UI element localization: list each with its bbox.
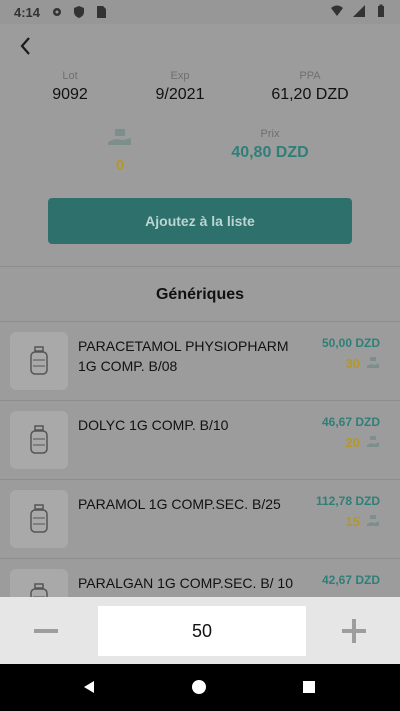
quantity-bar — [0, 597, 400, 664]
generiques-title: Génériques — [155, 286, 245, 303]
product-thumbnail — [10, 332, 68, 390]
bottle-icon — [30, 425, 48, 454]
ppa-value: 61,20 DZD — [271, 86, 349, 103]
lot-field: Lot 9092 — [40, 70, 100, 104]
divider — [0, 266, 400, 267]
signal-icon — [353, 5, 365, 17]
product-name: PARALGAN 1G COMP.SEC. B/ 10 — [78, 575, 294, 591]
product-quantity: 15 — [345, 514, 360, 529]
wifi-icon — [331, 5, 343, 16]
sim-card-icon — [97, 6, 107, 18]
generiques-list: PARACETAMOL PHYSIOPHARM 1G COMP. B/08 50… — [0, 322, 400, 638]
exp-field: Exp 9/2021 — [140, 70, 220, 104]
product-quantity: 20 — [345, 435, 360, 450]
list-item[interactable]: PARACETAMOL PHYSIOPHARM 1G COMP. B/08 50… — [0, 322, 400, 401]
status-right-icons — [330, 4, 388, 18]
product-price: 112,78 DZD — [315, 494, 380, 508]
back-arrow-icon[interactable] — [14, 34, 38, 58]
product-quantity: 30 — [345, 356, 360, 371]
nav-recents-icon[interactable] — [303, 681, 315, 693]
hand-box-icon — [367, 357, 379, 368]
nav-home-icon[interactable] — [192, 680, 206, 694]
add-to-list-button[interactable]: Ajoutez à la liste — [48, 198, 352, 244]
shield-icon — [74, 6, 85, 18]
stock-field: 0 — [100, 128, 140, 174]
bottle-icon — [30, 346, 48, 375]
ppa-field: PPA 61,20 DZD — [260, 70, 360, 104]
hand-box-icon — [108, 129, 131, 145]
product-price: 42,67 DZD — [321, 573, 380, 587]
gear-icon — [53, 8, 62, 16]
plus-icon[interactable] — [342, 619, 366, 643]
lot-label: Lot — [62, 70, 78, 82]
status-bar: 4:14 — [0, 0, 400, 24]
product-price: 46,67 DZD — [321, 415, 380, 429]
minus-icon[interactable] — [34, 629, 58, 633]
product-name: PARAMOL 1G COMP.SEC. B/25 — [78, 496, 281, 512]
list-item[interactable]: PARAMOL 1G COMP.SEC. B/25 112,78 DZD 15 — [0, 480, 400, 559]
system-navigation-bar — [0, 664, 400, 711]
battery-icon — [378, 4, 384, 17]
exp-value: 9/2021 — [155, 86, 205, 103]
product-detail-screen: Lot 9092 Exp 9/2021 PPA 61,20 DZD 0 Prix… — [0, 24, 400, 664]
product-name: DOLYC 1G COMP. B/10 — [78, 417, 229, 433]
quantity-input[interactable] — [98, 606, 306, 656]
price-row: 0 Prix 40,80 DZD — [0, 128, 400, 174]
hand-box-icon — [367, 515, 379, 526]
ppa-label: PPA — [299, 70, 321, 82]
hand-box-icon — [367, 436, 379, 447]
list-item[interactable]: DOLYC 1G COMP. B/10 46,67 DZD 20 — [0, 401, 400, 480]
product-thumbnail — [10, 411, 68, 469]
exp-label: Exp — [170, 70, 190, 82]
product-thumbnail — [10, 490, 68, 548]
nav-back-icon[interactable] — [82, 680, 96, 694]
product-info-row: Lot 9092 Exp 9/2021 PPA 61,20 DZD — [0, 70, 400, 110]
lot-value: 9092 — [52, 86, 88, 103]
status-time: 4:14 — [14, 4, 41, 20]
prix-value: 40,80 DZD — [231, 144, 309, 161]
stock-value: 0 — [115, 157, 125, 174]
status-left-icons — [50, 5, 108, 19]
bottle-icon — [30, 504, 48, 533]
prix-label: Prix — [260, 128, 280, 140]
prix-field: Prix 40,80 DZD — [210, 128, 330, 162]
product-price: 50,00 DZD — [321, 336, 380, 350]
product-name: PARACETAMOL PHYSIOPHARM 1G COMP. B/08 — [78, 338, 289, 374]
